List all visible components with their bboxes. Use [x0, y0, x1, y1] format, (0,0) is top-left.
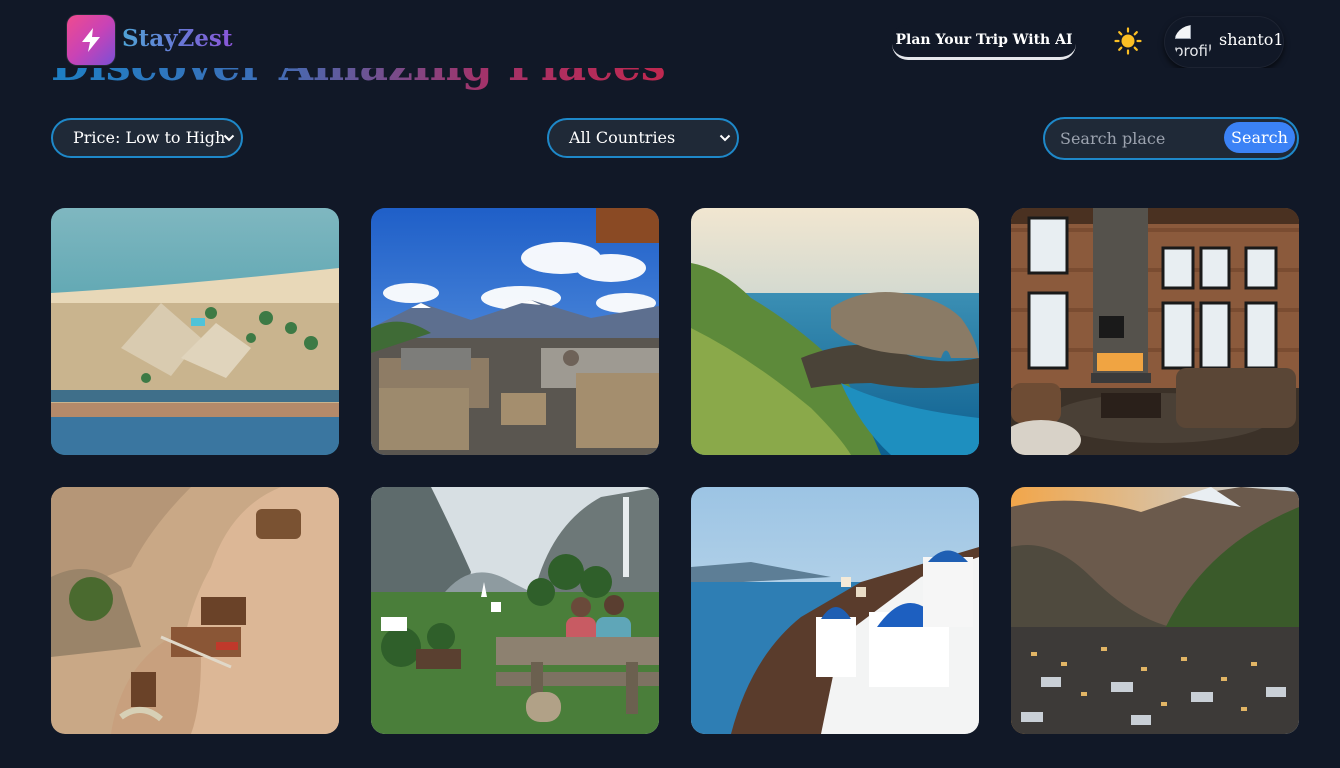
- sun-icon: [1114, 27, 1142, 55]
- user-menu[interactable]: profile shanto1: [1164, 16, 1284, 68]
- lightning-icon: [82, 28, 100, 52]
- place-card[interactable]: [1011, 208, 1299, 455]
- place-card[interactable]: [371, 208, 659, 455]
- place-card[interactable]: [371, 487, 659, 734]
- place-image-cave-hotel: [51, 487, 339, 734]
- page: Discover Amazing Places StayZest Plan Yo…: [0, 0, 1340, 768]
- country-value: All Countries: [569, 128, 676, 147]
- logo[interactable]: [67, 15, 115, 65]
- place-card[interactable]: [691, 487, 979, 734]
- place-image-alpine-valley: [371, 487, 659, 734]
- country-select[interactable]: All Countries: [547, 118, 739, 158]
- price-sort-value: Price: Low to High: [73, 128, 226, 147]
- plan-trip-ai-button[interactable]: Plan Your Trip With AI: [892, 24, 1076, 60]
- search-bar: Search: [1043, 117, 1299, 160]
- place-card[interactable]: [1011, 487, 1299, 734]
- place-image-loft-living-room: [1011, 208, 1299, 455]
- brand-name[interactable]: StayZest: [122, 24, 233, 54]
- place-image-coastal-arch: [691, 208, 979, 455]
- avatar-alt-text: profile: [1174, 42, 1212, 60]
- place-image-santorini: [691, 487, 979, 734]
- place-image-mountain-village: [1011, 487, 1299, 734]
- search-button[interactable]: Search: [1224, 122, 1295, 153]
- chevron-down-icon: [719, 134, 731, 142]
- price-sort-select[interactable]: Price: Low to High: [51, 118, 243, 158]
- avatar[interactable]: profile: [1174, 25, 1212, 61]
- chevron-down-icon: [223, 134, 235, 142]
- place-card[interactable]: [51, 487, 339, 734]
- username: shanto1: [1219, 30, 1284, 49]
- theme-toggle[interactable]: [1114, 27, 1142, 55]
- place-image-mountain-terrace: [371, 208, 659, 455]
- place-card[interactable]: [51, 208, 339, 455]
- place-image-beach-resort: [51, 208, 339, 455]
- place-card[interactable]: [691, 208, 979, 455]
- search-input[interactable]: [1045, 119, 1221, 158]
